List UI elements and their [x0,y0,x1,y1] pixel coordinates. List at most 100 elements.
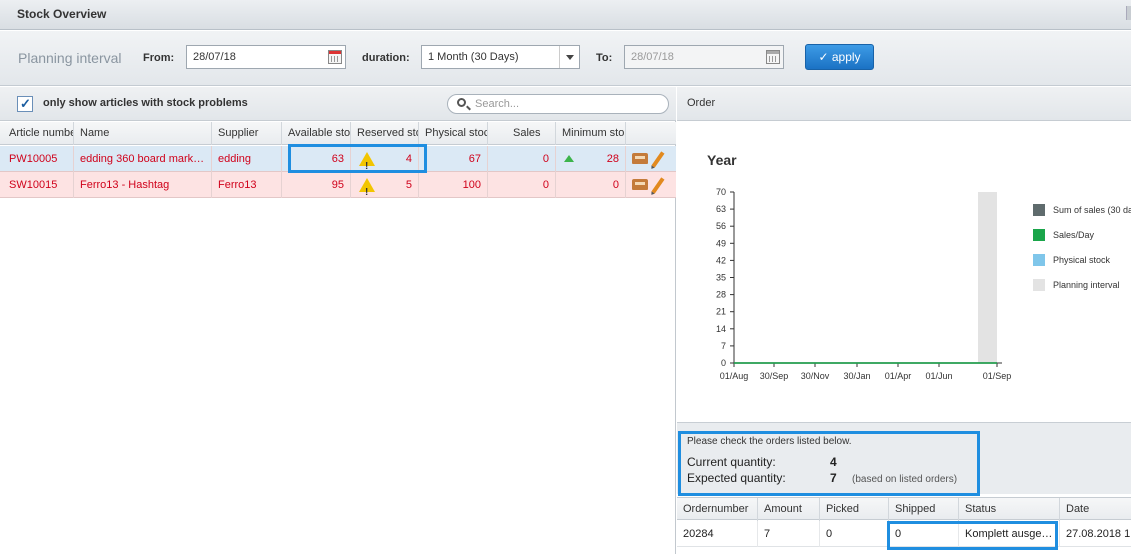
row-actions [626,172,676,198]
x-tick-label: 01/Sep [983,371,1012,381]
to-label: To: [596,52,613,64]
expected-quantity-value: 7 [830,471,837,485]
expected-quantity-note: (based on listed orders) [852,474,958,485]
order-check-message: Please check the orders listed below. [687,436,852,447]
y-tick-label: 35 [716,273,726,283]
reserved-stock: 5 [405,179,412,191]
col-name[interactable]: Name [74,122,212,145]
x-tick-label: 01/Apr [885,371,912,381]
expected-quantity-label: Expected quantity: [687,471,786,485]
current-quantity-value: 4 [830,455,837,469]
reserved-stock-cell: 5 [351,172,419,198]
apply-button[interactable]: ✓ apply [805,44,874,70]
y-tick-label: 70 [716,187,726,197]
col-sales[interactable]: Sales [488,122,556,145]
col-article-number[interactable]: Article numbe [3,122,74,145]
stock-box-icon[interactable] [632,153,648,164]
col-actions [626,122,676,145]
order-header: Order [677,87,1131,121]
y-tick-label: 56 [716,221,726,231]
col-amount[interactable]: Amount [758,498,820,521]
col-available-stock[interactable]: Available sto [282,122,351,145]
window-titlebar: Stock Overview [0,0,1131,30]
y-tick-label: 63 [716,204,726,214]
planning-interval-label: Planning interval [18,50,122,66]
legend-label: Physical stock [1053,255,1111,265]
sales: 0 [488,172,556,198]
search-placeholder: Search... [475,98,520,110]
physical-stock: 100 [419,172,488,198]
x-tick-label: 01/Aug [720,371,749,381]
duration-label: duration: [362,52,410,64]
order-amount: 7 [758,521,820,547]
table-row[interactable]: PW10005 edding 360 board mark… edding 63… [0,146,676,172]
order-pane: Order Year 0 7 14 21 28 35 42 49 56 63 70 01/Aug 30/… [677,87,1131,554]
stock-problems-checkbox[interactable] [17,96,33,112]
article-name: edding 360 board mark… [74,146,212,172]
edit-pencil-icon[interactable] [651,151,665,168]
from-date-value: 28/07/18 [193,51,236,63]
minimum-stock-cell: 28 [556,146,626,172]
articles-pane: only show articles with stock problems S… [0,87,676,554]
from-date-input[interactable]: 28/07/18 [186,45,346,69]
order-shipped: 0 [889,521,959,547]
stock-chart: Year 0 7 14 21 28 35 42 49 56 63 70 01/Aug 30/Sep 30/… [677,122,1131,421]
article-name: Ferro13 - Hashtag [74,172,212,198]
col-reserved-stock[interactable]: Reserved sto [351,122,419,145]
x-tick-label: 30/Jan [843,371,870,381]
y-tick-label: 7 [721,341,726,351]
table-row[interactable]: SW10015 Ferro13 - Hashtag Ferro13 95 5 1… [0,172,676,198]
warning-icon [359,152,375,172]
duration-select[interactable]: 1 Month (30 Days) [421,45,580,69]
col-picked[interactable]: Picked [820,498,889,521]
articles-table-header: Article numbe Name Supplier Available st… [0,122,676,145]
reserved-stock-cell: 4 [351,146,419,172]
chart-svg: 0 7 14 21 28 35 42 49 56 63 70 01/Aug 30/Sep 30/Nov 30… [716,187,1131,381]
order-picked: 0 [820,521,889,547]
search-input[interactable]: Search... [447,94,669,114]
to-date-input[interactable]: 28/07/18 [624,45,784,69]
table-row[interactable]: 20284 7 0 0 Komplett ausge… 27.08.2018 1 [677,521,1131,547]
col-minimum-stock[interactable]: Minimum sto [556,122,626,145]
orders-table-header: Ordernumber Amount Picked Shipped Status… [677,497,1131,521]
order-number: 20284 [677,521,758,547]
article-number: SW10015 [3,172,74,198]
y-tick-label: 42 [716,255,726,265]
y-tick-label: 21 [716,307,726,317]
y-tick-label: 28 [716,290,726,300]
article-supplier: edding [212,146,282,172]
order-date: 27.08.2018 1 [1066,528,1131,540]
planning-interval-bar [978,192,997,363]
calendar-icon[interactable] [766,50,780,64]
col-ordernumber[interactable]: Ordernumber [677,498,758,521]
edit-pencil-icon[interactable] [651,177,665,194]
warning-icon [359,178,375,198]
legend-label: Planning interval [1053,280,1120,290]
duration-value: 1 Month (30 Days) [428,51,519,63]
order-title: Order [687,97,716,109]
available-stock: 63 [282,146,351,172]
filter-bar: only show articles with stock problems S… [0,87,676,121]
col-date[interactable]: Date [1060,498,1131,521]
col-physical-stock[interactable]: Physical stoc [419,122,488,145]
legend-swatch [1033,204,1045,216]
article-number: PW10005 [3,146,74,172]
y-tick-label: 0 [721,358,726,368]
x-tick-label: 30/Sep [760,371,789,381]
col-status[interactable]: Status [959,498,1060,521]
sales: 0 [488,146,556,172]
article-supplier: Ferro13 [212,172,282,198]
up-arrow-icon [564,155,574,162]
x-tick-label: 30/Nov [801,371,830,381]
col-supplier[interactable]: Supplier [212,122,282,145]
legend-swatch [1033,229,1045,241]
legend-label: Sales/Day [1053,230,1095,240]
legend-swatch [1033,254,1045,266]
chevron-down-icon[interactable] [559,46,579,68]
current-quantity-label: Current quantity: [687,455,776,469]
stock-box-icon[interactable] [632,179,648,190]
col-shipped[interactable]: Shipped [889,498,959,521]
order-info-panel: Please check the orders listed below. Cu… [677,422,1131,494]
calendar-icon[interactable] [328,50,342,64]
order-status: Komplett ausge… [959,521,1060,547]
